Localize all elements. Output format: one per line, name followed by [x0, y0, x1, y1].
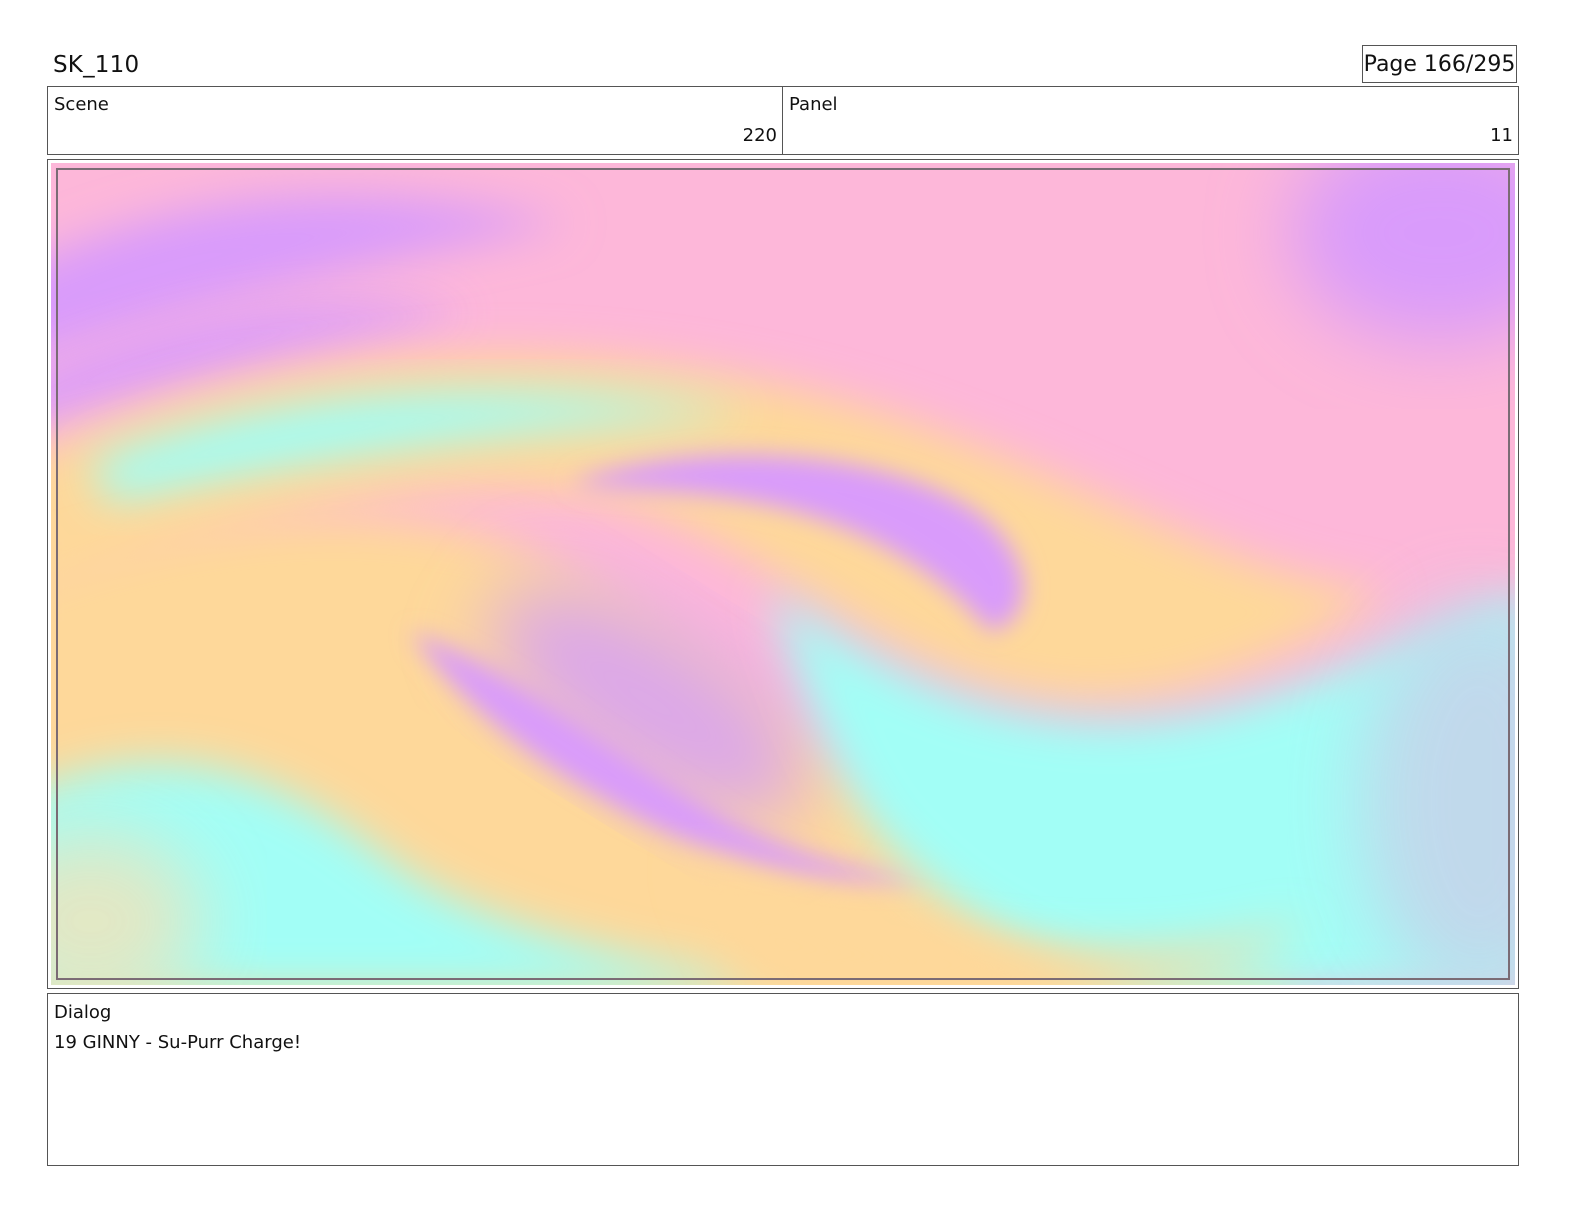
panel-cell: Panel 11: [783, 87, 1518, 154]
dialog-text: 19 GINNY - Su-Purr Charge!: [54, 1032, 302, 1053]
panel-image: [51, 163, 1515, 985]
scene-value: 220: [742, 125, 777, 146]
panel-label: Panel: [789, 94, 838, 115]
storyboard-id: SK_110: [53, 52, 140, 78]
swirl-artwork: [51, 163, 1515, 985]
panel-value: 11: [1490, 125, 1513, 146]
page-number: Page 166/295: [1362, 45, 1517, 83]
dialog-box: Dialog 19 GINNY - Su-Purr Charge!: [47, 993, 1519, 1166]
storyboard-frame: [47, 159, 1519, 989]
scene-label: Scene: [54, 94, 109, 115]
dialog-label: Dialog: [54, 1002, 112, 1023]
scene-panel-table: Scene 220 Panel 11: [47, 86, 1519, 155]
scene-cell: Scene 220: [48, 87, 783, 154]
